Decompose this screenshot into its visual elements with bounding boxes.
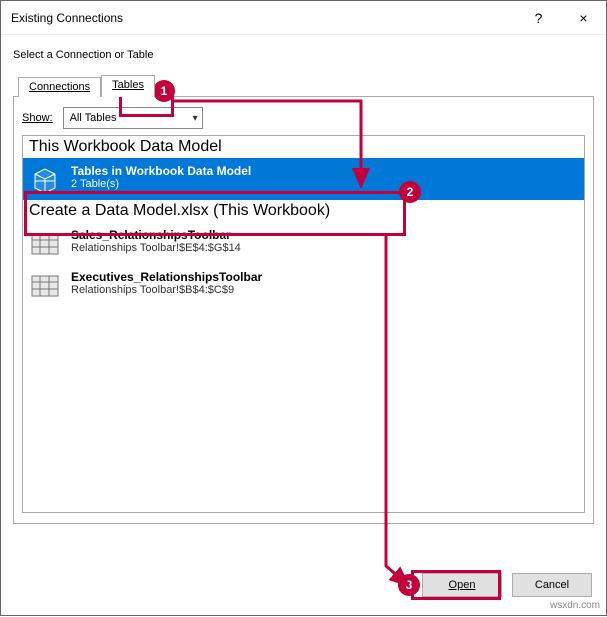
list-item-data-model-tables[interactable]: Tables in Workbook Data Model 2 Table(s): [23, 158, 584, 200]
open-button[interactable]: Open: [422, 573, 502, 597]
show-select[interactable]: All Tables ▾: [63, 107, 203, 129]
cancel-button[interactable]: Cancel: [512, 573, 592, 597]
item-title: Sales_RelationshipsToolbar: [71, 228, 241, 242]
list-item-executives[interactable]: Executives_RelationshipsToolbar Relation…: [23, 264, 584, 306]
titlebar: Existing Connections ? ×: [1, 1, 606, 35]
tab-panel-tables: Show: All Tables ▾ This Workbook Data Mo…: [13, 96, 594, 524]
tab-tables[interactable]: Tables: [101, 75, 155, 97]
tab-row: Connections Tables: [18, 75, 594, 97]
button-row: Open Cancel: [422, 573, 592, 597]
cube-icon: [29, 164, 61, 196]
item-title: Executives_RelationshipsToolbar: [71, 270, 262, 284]
item-subtitle: Relationships Toolbar!$B$4:$C$9: [71, 284, 262, 296]
show-row: Show: All Tables ▾: [22, 107, 585, 129]
badge-3: 3: [398, 574, 420, 596]
item-subtitle: 2 Table(s): [71, 178, 251, 190]
group-header-workbook: Create a Data Model.xlsx (This Workbook): [23, 200, 584, 222]
list-item-sales[interactable]: Sales_RelationshipsToolbar Relationships…: [23, 222, 584, 264]
table-icon: [29, 228, 61, 260]
group-header-data-model: This Workbook Data Model: [23, 136, 584, 158]
close-button[interactable]: ×: [561, 1, 606, 35]
prompt-label: Select a Connection or Table: [13, 49, 594, 61]
table-icon: [29, 270, 61, 302]
dialog-title: Existing Connections: [11, 11, 516, 25]
item-title: Tables in Workbook Data Model: [71, 164, 251, 178]
existing-connections-dialog: Existing Connections ? × Select a Connec…: [0, 0, 607, 616]
watermark: wsxdn.com: [550, 600, 600, 611]
show-label: Show:: [22, 112, 53, 124]
tables-listbox[interactable]: This Workbook Data Model Tables in Workb…: [22, 135, 585, 513]
item-subtitle: Relationships Toolbar!$E$4:$G$14: [71, 242, 241, 254]
show-select-value: All Tables: [70, 112, 117, 124]
help-button[interactable]: ?: [516, 1, 561, 35]
tab-connections[interactable]: Connections: [18, 77, 101, 97]
dialog-body: Select a Connection or Table Connections…: [1, 35, 606, 524]
chevron-down-icon: ▾: [193, 113, 198, 124]
